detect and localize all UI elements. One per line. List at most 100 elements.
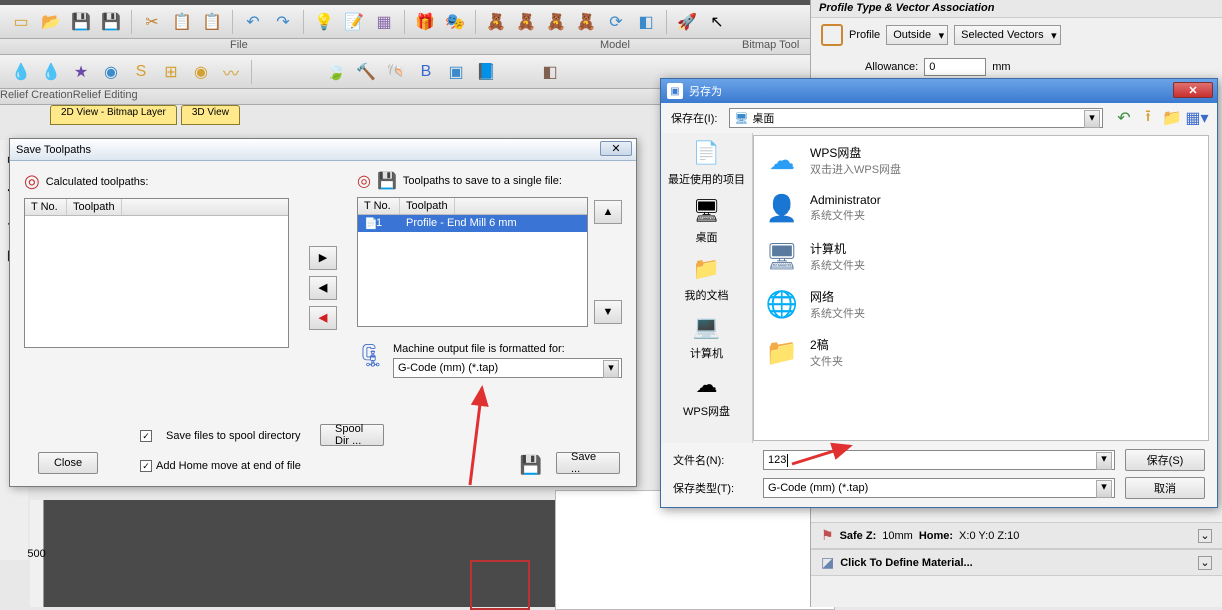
save-single-label: Toolpaths to save to a single file: [403, 175, 562, 187]
bear4-icon[interactable]: 🧸 [573, 9, 599, 35]
move-left-red-button[interactable]: ◀ [309, 306, 337, 330]
back-icon[interactable]: ↶ [1115, 109, 1133, 127]
file-name: WPS网盘 [810, 144, 901, 161]
cut-icon[interactable]: ✂ [139, 9, 165, 35]
panel-icon[interactable]: ▣ [443, 59, 469, 85]
profile-side-dropdown[interactable]: Outside [886, 25, 948, 45]
spiral-icon: ◎ [24, 171, 40, 192]
file-item[interactable]: 🌐网络系统文件夹 [754, 280, 1208, 328]
up-icon[interactable]: ⭱ [1139, 109, 1157, 127]
stack-icon[interactable]: ◧ [537, 59, 563, 85]
close-button[interactable]: Close [38, 452, 98, 474]
chevron-icon[interactable]: ⌄ [1198, 556, 1212, 570]
copy-icon[interactable]: 📋 [169, 9, 195, 35]
location-dropdown[interactable]: 🖥 桌面 [729, 108, 1103, 128]
calc-toolpaths-list[interactable]: T No.Toolpath [24, 198, 289, 348]
rocket-icon[interactable]: 🚀 [674, 9, 700, 35]
file-name: 计算机 [810, 240, 865, 257]
lattice-icon[interactable]: ⊞ [158, 59, 184, 85]
file-item[interactable]: 👤Administrator系统文件夹 [754, 184, 1208, 232]
tab-3d-view[interactable]: 3D View [181, 105, 240, 125]
leaf-icon[interactable]: 🍃 [323, 59, 349, 85]
place-item[interactable]: 💻计算机 [690, 311, 723, 361]
place-item[interactable]: 📄最近使用的项目 [668, 137, 745, 187]
view-icon[interactable]: ▦▾ [1187, 109, 1207, 127]
move-down-button[interactable]: ▼ [594, 300, 622, 324]
row-path: Profile - End Mill 6 mm [400, 216, 523, 231]
bear-icon[interactable]: 🧸 [483, 9, 509, 35]
filename-input[interactable]: 123 [763, 450, 1115, 470]
dialog-titlebar[interactable]: ▣ 另存为 ✕ [661, 79, 1217, 103]
selected-rect[interactable] [470, 560, 530, 610]
save-toolpaths-list[interactable]: T No.Toolpath 📄 1 Profile - End Mill 6 m… [357, 197, 588, 327]
spool-dir-button[interactable]: Spool Dir ... [320, 424, 384, 446]
hammer-icon[interactable]: 🔨 [353, 59, 379, 85]
file-item[interactable]: 📁2稿文件夹 [754, 328, 1208, 376]
spool-checkbox[interactable]: ✓ [140, 430, 152, 442]
close-icon[interactable]: ✕ [600, 141, 632, 156]
move-right-button[interactable]: ▶ [309, 246, 337, 270]
save-button[interactable]: 保存(S) [1125, 449, 1205, 471]
file-item[interactable]: ☁WPS网盘双击进入WPS网盘 [754, 136, 1208, 184]
place-icon: 🖥 [691, 195, 723, 227]
col-tno: T No. [358, 198, 400, 214]
file-group-label: File [230, 39, 248, 51]
s-icon[interactable]: S [128, 59, 154, 85]
table-icon[interactable]: ▦ [371, 9, 397, 35]
wave-icon[interactable]: 〰 [218, 59, 244, 85]
safez-row[interactable]: ⚑ Safe Z: 10mm Home: X:0 Y:0 Z:10 ⌄ [811, 522, 1222, 549]
dome-icon[interactable]: ◉ [98, 59, 124, 85]
lamp-icon[interactable]: 💡 [311, 9, 337, 35]
dialog-titlebar[interactable]: Save Toolpaths ✕ [10, 139, 636, 161]
cube-icon[interactable]: ◧ [633, 9, 659, 35]
place-item[interactable]: 📁我的文档 [685, 253, 729, 303]
file-sub: 双击进入WPS网盘 [810, 161, 901, 177]
drop-icon[interactable]: 💧 [8, 59, 34, 85]
place-item[interactable]: 🖥桌面 [691, 195, 723, 245]
new-folder-icon[interactable]: 📁 [1163, 109, 1181, 127]
undo-icon[interactable]: ↶ [240, 9, 266, 35]
notes-icon[interactable]: 📝 [341, 9, 367, 35]
move-left-button[interactable]: ◀ [309, 276, 337, 300]
open-icon[interactable]: 📂 [38, 9, 64, 35]
format-dropdown[interactable]: G-Code (mm) (*.tap) [393, 358, 622, 378]
place-label: WPS网盘 [683, 403, 730, 419]
chevron-icon[interactable]: ⌄ [1198, 529, 1212, 543]
coin-icon[interactable]: ◉ [188, 59, 214, 85]
reload-icon[interactable]: ⟳ [603, 9, 629, 35]
file-name: 网络 [810, 288, 865, 305]
book-icon[interactable]: 📘 [473, 59, 499, 85]
file-item[interactable]: 🖥计算机系统文件夹 [754, 232, 1208, 280]
gift-icon[interactable]: 🎁 [412, 9, 438, 35]
bear3-icon[interactable]: 🧸 [543, 9, 569, 35]
place-item[interactable]: ☁WPS网盘 [683, 369, 730, 419]
face-icon[interactable]: 🎭 [442, 9, 468, 35]
main-toolbar: ▭ 📂 💾 💾 ✂ 📋 📋 ↶ ↷ 💡 📝 ▦ 🎁 🎭 🧸 🧸 🧸 🧸 ⟳ ◧ … [0, 5, 810, 39]
save-button[interactable]: Save ... [556, 452, 620, 474]
profile-icon [821, 24, 843, 46]
drop2-icon[interactable]: 💧 [38, 59, 64, 85]
allowance-input[interactable] [924, 58, 986, 76]
cancel-button[interactable]: 取消 [1125, 477, 1205, 499]
spool-label: Save files to spool directory [166, 430, 301, 442]
star-icon[interactable]: ★ [68, 59, 94, 85]
tab-2d-view[interactable]: 2D View - Bitmap Layer [50, 105, 177, 125]
file-type-icon: 📁 [764, 334, 800, 370]
close-icon[interactable]: ✕ [1173, 82, 1213, 98]
save-icon[interactable]: 💾 [68, 9, 94, 35]
redo-icon[interactable]: ↷ [270, 9, 296, 35]
paste-icon[interactable]: 📋 [199, 9, 225, 35]
vector-select-dropdown[interactable]: Selected Vectors [954, 25, 1061, 45]
home-checkbox[interactable]: ✓ [140, 460, 152, 472]
B-icon[interactable]: B [413, 59, 439, 85]
move-up-button[interactable]: ▲ [594, 200, 622, 224]
bear2-icon[interactable]: 🧸 [513, 9, 539, 35]
toolpath-row[interactable]: 📄 1 Profile - End Mill 6 mm [358, 215, 587, 232]
new-icon[interactable]: ▭ [8, 9, 34, 35]
shell-icon[interactable]: 🐚 [383, 59, 409, 85]
saveall-icon[interactable]: 💾 [98, 9, 124, 35]
file-list[interactable]: ☁WPS网盘双击进入WPS网盘👤Administrator系统文件夹🖥计算机系统… [753, 135, 1209, 441]
pointer-icon[interactable]: ↖ [704, 9, 730, 35]
material-row[interactable]: ◪ Click To Define Material... ⌄ [811, 549, 1222, 576]
filetype-dropdown[interactable]: G-Code (mm) (*.tap) [763, 478, 1115, 498]
